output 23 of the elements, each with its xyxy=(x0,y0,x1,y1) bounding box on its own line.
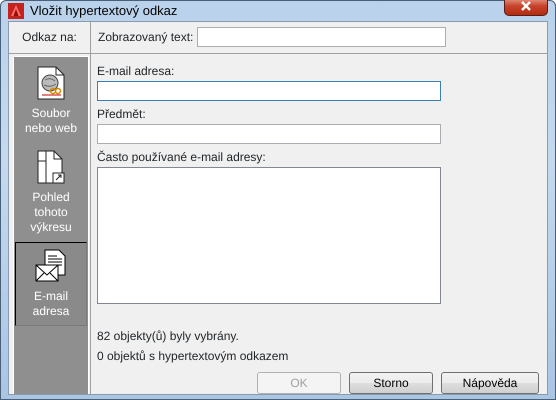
input-field[interactable] xyxy=(97,80,441,100)
dialog-button[interactable]: Nápověda xyxy=(441,372,539,394)
status-text: 0 objektů s hypertextovým odkazem xyxy=(97,348,290,364)
field-label: E-mail adresa: xyxy=(97,64,176,78)
link-to-label: Odkaz na: xyxy=(22,29,77,46)
address-list[interactable] xyxy=(97,166,441,304)
sidebar-item[interactable]: E-mail adresa xyxy=(15,242,87,326)
status-text: 82 objekty(ů) byly vybrány. xyxy=(97,328,240,344)
drawing-view-icon xyxy=(36,150,66,184)
field-label: Často používané e-mail adresy: xyxy=(97,150,267,164)
display-text-field[interactable] xyxy=(197,27,446,47)
close-button[interactable] xyxy=(504,0,548,16)
window-title: Vložit hypertextový odkaz xyxy=(30,2,178,20)
display-text-label: Zobrazovaný text: xyxy=(98,29,194,46)
input-field[interactable] xyxy=(97,124,441,144)
sidebar-item[interactable]: Pohled tohoto výkresu xyxy=(15,142,87,242)
app-logo-icon xyxy=(8,2,24,19)
globe-document-icon xyxy=(36,66,66,100)
field-label: Předmět: xyxy=(97,106,147,120)
sidebar-item[interactable]: Soubor nebo web xyxy=(15,58,87,142)
email-icon xyxy=(35,248,67,282)
dialog-button[interactable]: Storno xyxy=(349,372,433,394)
close-icon xyxy=(520,0,532,11)
